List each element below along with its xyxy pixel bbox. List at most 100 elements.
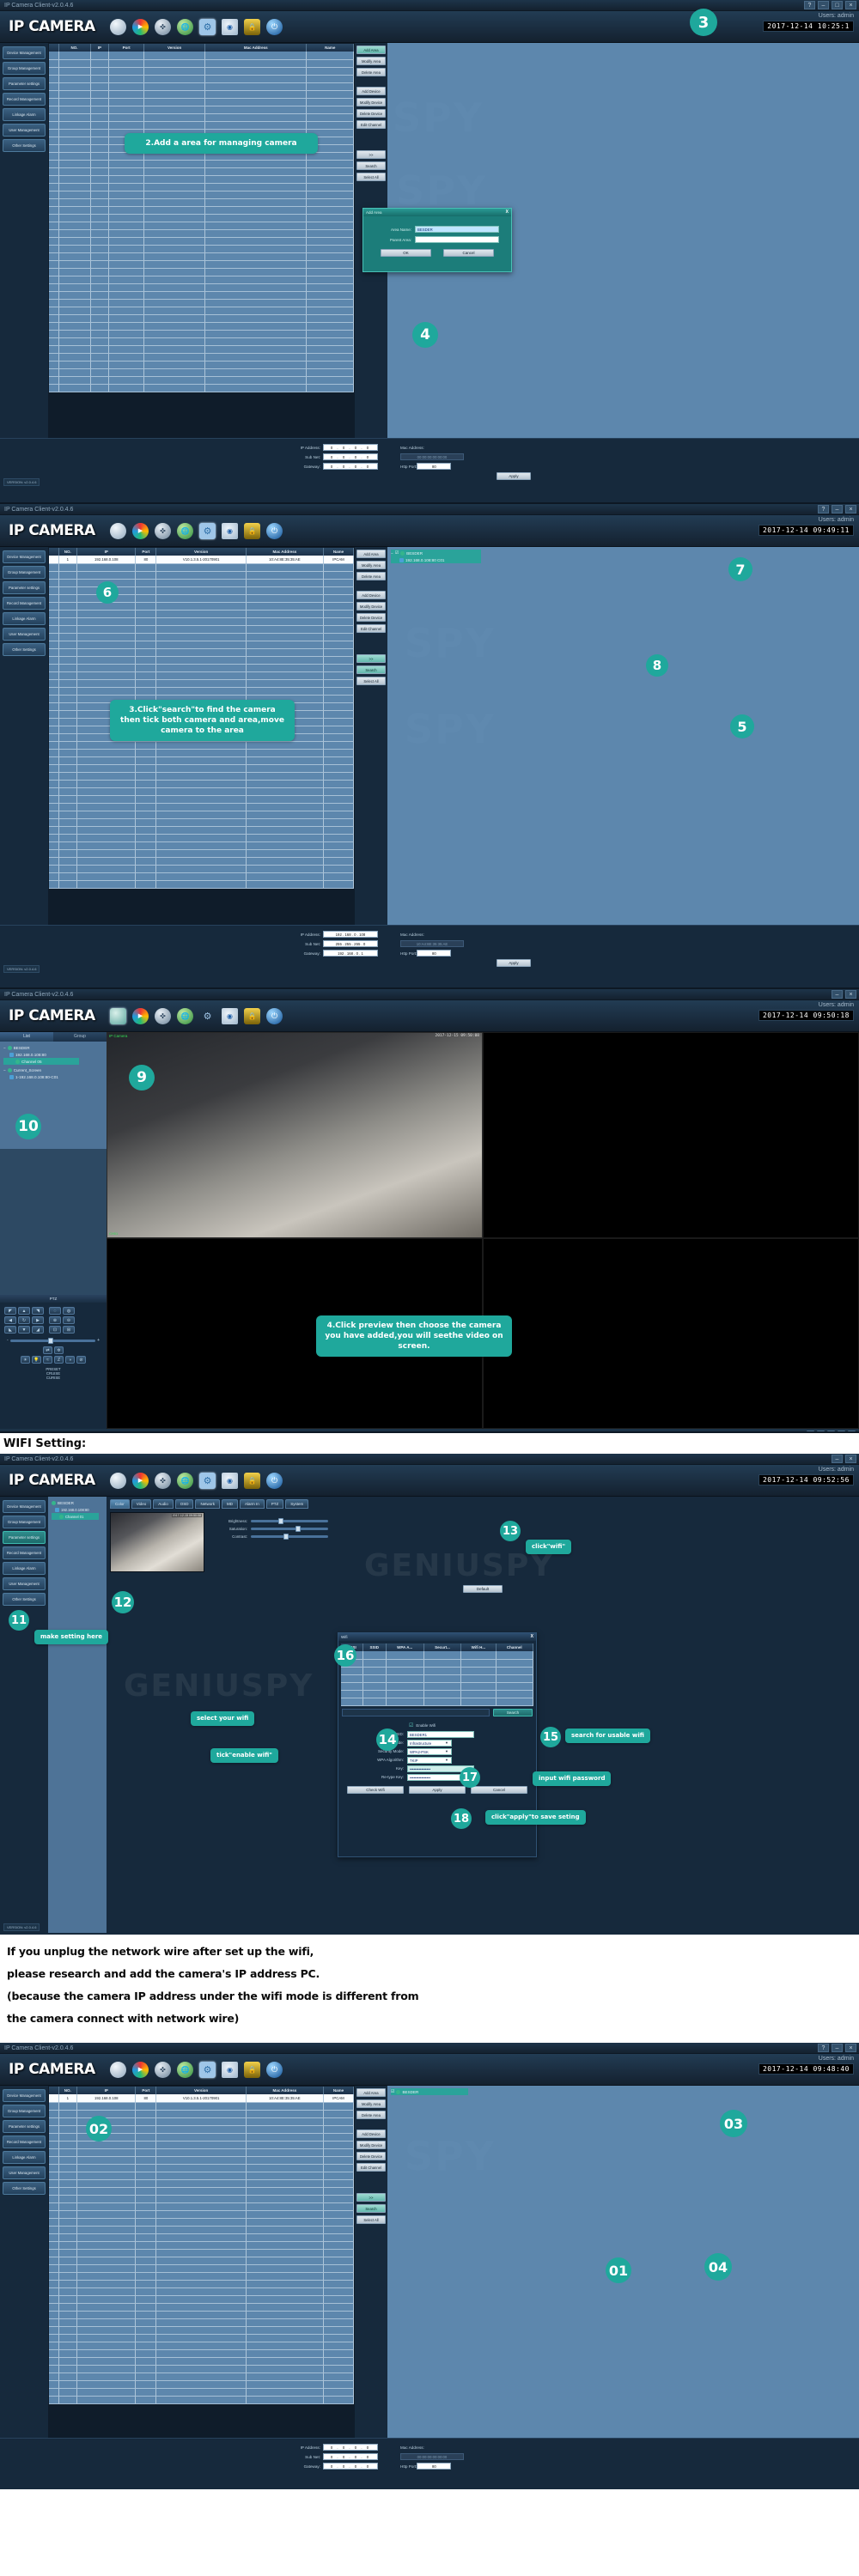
table-row[interactable]: [49, 222, 354, 230]
table-row[interactable]: [49, 167, 354, 176]
edit-channel-button[interactable]: Edit Channel: [356, 624, 386, 633]
table-row[interactable]: [49, 307, 354, 315]
remote-icon[interactable]: 🌐: [177, 522, 193, 539]
tab-osd[interactable]: OSD: [174, 1499, 194, 1509]
modify-area-button[interactable]: Modify Area: [356, 561, 386, 569]
table-row[interactable]: [49, 175, 354, 184]
table-row[interactable]: [49, 2388, 355, 2397]
table-row[interactable]: [49, 780, 355, 788]
move-right-button[interactable]: >>: [356, 654, 386, 663]
sidebar-item-other-settings[interactable]: Other Settings: [3, 2182, 46, 2195]
video-tile-2[interactable]: [483, 1032, 859, 1239]
log-icon[interactable]: ◉: [222, 2061, 238, 2078]
ip-address-input[interactable]: 0 . 0 . 0 . 0: [323, 444, 378, 451]
table-row[interactable]: [49, 206, 354, 215]
lock-icon[interactable]: 🔒: [244, 1472, 260, 1489]
camera-tree-pane[interactable]: − BESDER 192.168.0.108:80 Channel 05 − Cur…: [0, 1042, 107, 1149]
table-row[interactable]: [49, 2156, 355, 2165]
log-icon[interactable]: ◉: [222, 18, 238, 35]
contrast-slider[interactable]: Contrast:: [215, 1534, 856, 1540]
table-row[interactable]: [49, 2187, 355, 2196]
tree-node-area[interactable]: ☑ BESDER: [391, 2088, 468, 2095]
table-row[interactable]: [49, 610, 355, 618]
table-row[interactable]: [49, 353, 354, 361]
camera-list-pane[interactable]: List Group − BESDER 192.168.0.108:80 Chan…: [0, 1032, 107, 1429]
subnet-input[interactable]: 255 . 255 . 255 . 0: [323, 940, 378, 947]
sidebar-item-record-management[interactable]: Record Management: [3, 1546, 46, 1559]
table-row[interactable]: [49, 2141, 355, 2149]
wifi-row[interactable]: [341, 1651, 534, 1660]
settings-icon[interactable]: ⚙: [199, 18, 216, 35]
sidebar-item-device-management[interactable]: Device Management: [3, 1500, 46, 1513]
ptz-up-right-icon[interactable]: ◥: [32, 1307, 44, 1315]
minimize-button-3[interactable]: –: [832, 990, 843, 999]
ptz-icon[interactable]: ✜: [155, 2061, 171, 2078]
delete-area-button[interactable]: Delete Area: [356, 572, 386, 580]
dialog-ok-button[interactable]: OK: [381, 249, 431, 257]
add-device-button[interactable]: Add Device: [356, 87, 386, 95]
nav-icon-bar-5[interactable]: ▶ ✜ 🌐 ⚙ ◉ 🔒 ⏻: [110, 2061, 283, 2078]
ptz-extra-row[interactable]: ⇄ ✲: [0, 1346, 107, 1354]
table-row[interactable]: [49, 648, 355, 657]
wifi-row[interactable]: [341, 1659, 534, 1668]
nav-icon-bar[interactable]: ▶ ✜ 🌐 ⚙ ◉ 🔒 ⏻: [110, 18, 283, 35]
wifi-search-row[interactable]: Search: [338, 1708, 536, 1716]
video-tile-1[interactable]: IP Camera 2017-12-15 09:50:08 CH01: [107, 1032, 483, 1239]
brightness-slider[interactable]: Brightness:: [215, 1518, 856, 1524]
table-row[interactable]: [49, 2257, 355, 2265]
tree-node-device[interactable]: 192.168.0.108:80: [3, 1051, 103, 1058]
table-row[interactable]: [49, 756, 355, 765]
table-row[interactable]: [49, 772, 355, 781]
ip-address-input[interactable]: 192 . 168 . 0 . 108: [323, 931, 378, 938]
wifi-list-table[interactable]: RSSI SSID WPA A... Securt... Wifi H... C…: [341, 1643, 534, 1706]
volume-icon[interactable]: 🔊: [33, 1426, 41, 1432]
ptz-speed-slider[interactable]: - +: [0, 1337, 107, 1344]
sidebar-item-other-settings[interactable]: Other Settings: [3, 139, 46, 152]
table-row[interactable]: [49, 90, 354, 99]
table-row[interactable]: [49, 214, 354, 222]
sidebar-2[interactable]: Device Management Group Management Param…: [0, 547, 48, 925]
sidebar-item-linkage-alarm[interactable]: Linkage Alarm: [3, 1562, 46, 1575]
iris-open-icon[interactable]: ◌: [49, 1307, 61, 1315]
nav-icon-bar-3[interactable]: ▶ ✜ 🌐 ⚙ ◉ 🔒 ⏻: [110, 1007, 283, 1024]
table-row[interactable]: [49, 579, 355, 587]
table-row[interactable]: [49, 641, 355, 649]
dialog-close-icon[interactable]: X: [506, 209, 509, 216]
help-button-2[interactable]: ?: [818, 505, 829, 513]
minimize-button-5[interactable]: –: [832, 2044, 843, 2052]
wifi-apply-button[interactable]: Apply: [409, 1785, 466, 1794]
tree-node-area[interactable]: − BESDER: [3, 1044, 103, 1051]
tree-node-device[interactable]: 192.168.0.108:80 C01: [391, 556, 481, 563]
window-controls-4[interactable]: – ×: [832, 1455, 856, 1463]
table-row[interactable]: [49, 283, 354, 292]
table-row[interactable]: [49, 2396, 355, 2404]
table-row[interactable]: [49, 191, 354, 199]
http-port-input[interactable]: 80: [417, 463, 452, 470]
apply-button[interactable]: Apply: [497, 959, 531, 967]
sidebar-item-record-management[interactable]: Record Management: [3, 597, 46, 610]
grid-4-icon[interactable]: ▤: [817, 1430, 825, 1431]
ptz-zoom-pad[interactable]: ◌ ◍ ⊕ ⊖ ⊡ ⊞: [49, 1307, 75, 1334]
table-row[interactable]: [49, 2326, 355, 2335]
dialog-cancel-button[interactable]: Cancel: [443, 249, 494, 257]
edit-channel-button[interactable]: Edit Channel: [356, 120, 386, 129]
table-row[interactable]: [49, 872, 355, 881]
window-controls-2[interactable]: ? – ×: [818, 505, 856, 513]
lock-icon[interactable]: 🔒: [244, 1007, 260, 1024]
tab-color[interactable]: Color: [110, 1499, 130, 1509]
iris-close-icon[interactable]: ◍: [63, 1307, 75, 1315]
power-icon[interactable]: ⏻: [266, 1472, 283, 1489]
tab-list[interactable]: List: [0, 1032, 53, 1042]
table-row[interactable]: [49, 617, 355, 626]
playback-icon[interactable]: ▶: [132, 18, 149, 35]
table-row[interactable]: [49, 826, 355, 835]
table-row[interactable]: [49, 82, 354, 91]
remote-icon[interactable]: 🌐: [177, 1472, 193, 1489]
operation-button-column-5[interactable]: Add Area Modify Area Delete Area Add Dev…: [355, 2086, 387, 2438]
delete-area-button[interactable]: Delete Area: [356, 2111, 386, 2119]
z-icon[interactable]: Z: [54, 1356, 64, 1364]
sidebar[interactable]: Device Management Group Management Param…: [0, 43, 48, 438]
nav-icon-bar-2[interactable]: ▶ ✜ 🌐 ⚙ ◉ 🔒 ⏻: [110, 522, 283, 539]
table-row[interactable]: [49, 2280, 355, 2288]
table-row[interactable]: [49, 75, 354, 83]
